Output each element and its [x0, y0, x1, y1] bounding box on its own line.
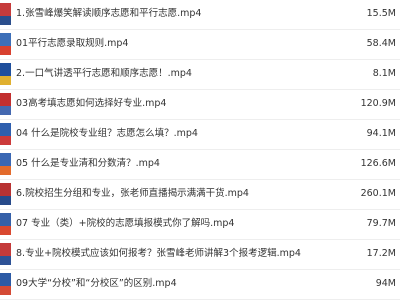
file-list: 1.张雪峰爆笑解读顺序志愿和平行志愿.mp4 15.5M 01平行志愿录取规则.mp…: [0, 0, 400, 300]
file-name[interactable]: 04 什么是院校专业组？志愿怎么填？.mp4: [16, 127, 316, 141]
video-thumbnail: [0, 243, 11, 265]
file-row[interactable]: 1.张雪峰爆笑解读顺序志愿和平行志愿.mp4 15.5M: [0, 0, 400, 30]
file-row[interactable]: 6.院校招生分组和专业，张老师直播揭示满满干货.mp4 260.1M: [0, 180, 400, 210]
file-size: 126.6M: [360, 158, 396, 169]
file-size: 17.2M: [366, 248, 396, 259]
file-name[interactable]: 1.张雪峰爆笑解读顺序志愿和平行志愿.mp4: [16, 7, 316, 21]
file-row[interactable]: 07 专业（类）+院校的志愿填报模式你了解吗.mp4 79.7M: [0, 210, 400, 240]
file-size: 15.5M: [366, 8, 396, 19]
file-row[interactable]: 09大学“分校”和“分校区”的区别.mp4 94M: [0, 270, 400, 300]
file-name[interactable]: 6.院校招生分组和专业，张老师直播揭示满满干货.mp4: [16, 187, 316, 201]
file-name[interactable]: 03高考填志愿如何选择好专业.mp4: [16, 97, 316, 111]
video-thumbnail: [0, 33, 11, 55]
file-size: 94M: [375, 278, 396, 289]
file-size: 79.7M: [366, 218, 396, 229]
video-thumbnail: [0, 123, 11, 145]
video-thumbnail: [0, 213, 11, 235]
file-size: 120.9M: [360, 98, 396, 109]
file-name[interactable]: 01平行志愿录取规则.mp4: [16, 37, 316, 51]
file-size: 58.4M: [366, 38, 396, 49]
file-size: 94.1M: [366, 128, 396, 139]
video-thumbnail: [0, 183, 11, 205]
video-thumbnail: [0, 3, 11, 25]
file-size: 260.1M: [360, 188, 396, 199]
video-thumbnail: [0, 153, 11, 175]
file-name[interactable]: 8.专业+院校模式应该如何报考？张雪峰老师讲解3个报考逻辑.mp4: [16, 247, 316, 261]
file-row[interactable]: 03高考填志愿如何选择好专业.mp4 120.9M: [0, 90, 400, 120]
file-name[interactable]: 09大学“分校”和“分校区”的区别.mp4: [16, 277, 316, 291]
file-row[interactable]: 2.一口气讲透平行志愿和顺序志愿！.mp4 8.1M: [0, 60, 400, 90]
file-row[interactable]: 04 什么是院校专业组？志愿怎么填？.mp4 94.1M: [0, 120, 400, 150]
video-thumbnail: [0, 93, 11, 115]
file-name[interactable]: 07 专业（类）+院校的志愿填报模式你了解吗.mp4: [16, 217, 316, 231]
file-name[interactable]: 2.一口气讲透平行志愿和顺序志愿！.mp4: [16, 67, 316, 81]
file-row[interactable]: 05 什么是专业清和分数清？.mp4 126.6M: [0, 150, 400, 180]
file-name[interactable]: 05 什么是专业清和分数清？.mp4: [16, 157, 316, 171]
video-thumbnail: [0, 273, 11, 295]
video-thumbnail: [0, 63, 11, 85]
file-row[interactable]: 01平行志愿录取规则.mp4 58.4M: [0, 30, 400, 60]
file-row[interactable]: 8.专业+院校模式应该如何报考？张雪峰老师讲解3个报考逻辑.mp4 17.2M: [0, 240, 400, 270]
file-size: 8.1M: [372, 68, 396, 79]
